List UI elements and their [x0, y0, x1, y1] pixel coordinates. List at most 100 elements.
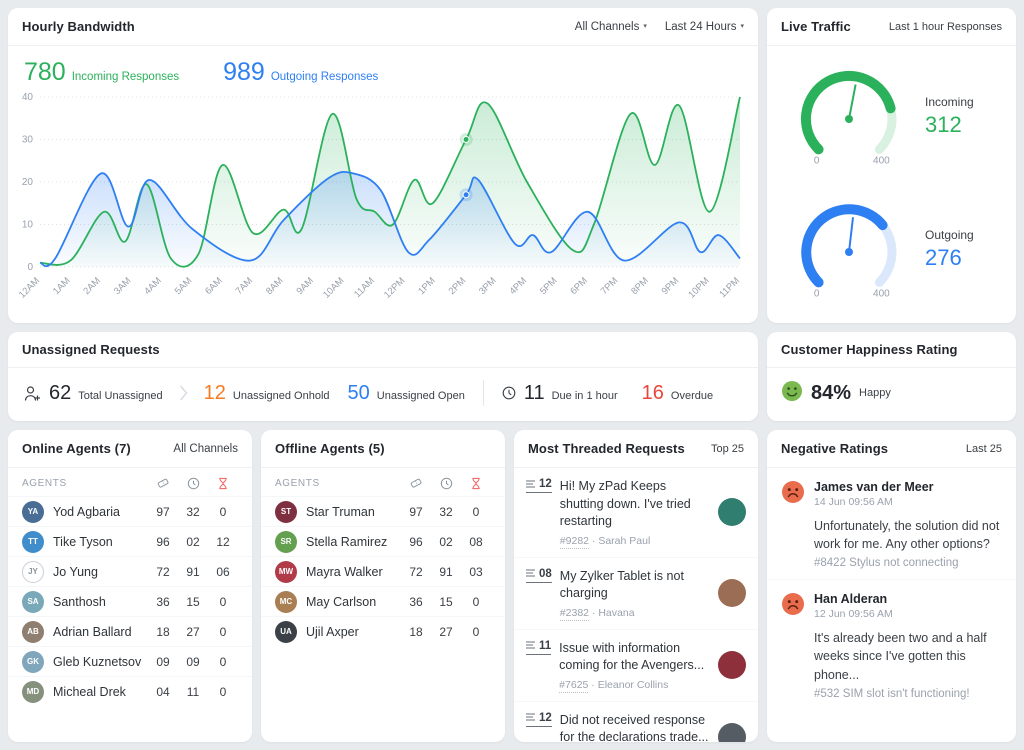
svg-text:8PM: 8PM	[629, 275, 651, 297]
svg-text:7PM: 7PM	[599, 275, 621, 297]
agent-name: Tike Tyson	[53, 535, 148, 549]
live-traffic-gauges: 0400Incoming3120400Outgoing276	[767, 46, 1016, 320]
person-plus-icon	[24, 385, 41, 402]
agent-row[interactable]: GK Gleb Kuznetsov 09 09 0	[8, 646, 252, 676]
agent-overdue-count: 0	[208, 595, 238, 609]
range-filter-dropdown[interactable]: Last 24 Hours ▾	[665, 21, 744, 33]
rating-date: 14 Jun 09:56 AM	[814, 496, 934, 508]
svg-text:3PM: 3PM	[477, 275, 499, 297]
thread-lines-icon	[526, 641, 536, 650]
threaded-request-item[interactable]: 12 Hi! My zPad Keeps shutting down. I've…	[514, 468, 758, 557]
stat-unassigned-onhold[interactable]: 12 Unassigned Onhold	[204, 382, 330, 405]
agent-row[interactable]: TT Tike Tyson 96 02 12	[8, 526, 252, 556]
agents-column-label: AGENTS	[22, 478, 148, 489]
rating-customer-name: Han Alderan	[814, 592, 893, 606]
agent-overdue-count: 03	[461, 565, 491, 579]
agent-ticket-count: 72	[401, 565, 431, 579]
last-25-filter[interactable]: Last 25	[966, 443, 1002, 455]
stat-unassigned-open[interactable]: 50 Unassigned Open	[348, 382, 465, 405]
agent-overdue-count: 06	[208, 565, 238, 579]
live-traffic-title: Live Traffic	[781, 19, 851, 34]
agent-time-count: 27	[431, 625, 461, 639]
svg-text:6AM: 6AM	[203, 275, 225, 297]
agent-overdue-count: 0	[461, 625, 491, 639]
agent-row[interactable]: UA Ujil Axper 18 27 0	[261, 616, 505, 646]
gauge-value: 312	[925, 112, 974, 138]
agent-name: Star Truman	[306, 505, 401, 519]
stat-due-1hour[interactable]: 11 Due in 1 hour	[524, 382, 618, 405]
unassigned-requests-card: Unassigned Requests 62 Total Unassigned	[8, 332, 758, 421]
threaded-request-item[interactable]: 08 My Zylker Tablet is not charging #238…	[514, 557, 758, 629]
agent-row[interactable]: MC May Carlson 36 15 0	[261, 586, 505, 616]
rating-date: 12 Jun 09:56 AM	[814, 608, 893, 620]
agent-row[interactable]: SA Santhosh 36 15 0	[8, 586, 252, 616]
agent-row[interactable]: AB Adrian Ballard 18 27 0	[8, 616, 252, 646]
thread-count: 12	[526, 478, 552, 493]
avatar	[718, 498, 746, 526]
svg-text:1PM: 1PM	[416, 275, 438, 297]
svg-text:30: 30	[22, 135, 34, 146]
rating-ticket: #532 SIM slot isn't functioning!	[814, 688, 1002, 700]
threaded-request-item[interactable]: 12 Did not received response for the dec…	[514, 701, 758, 743]
request-title: Did not received response for the declar…	[560, 712, 710, 743]
hourly-bandwidth-title: Hourly Bandwidth	[22, 19, 135, 34]
svg-text:5AM: 5AM	[173, 275, 195, 297]
svg-text:4AM: 4AM	[142, 275, 164, 297]
agent-ticket-count: 36	[401, 595, 431, 609]
request-title: Issue with information coming for the Av…	[559, 640, 710, 675]
agent-row[interactable]: ST Star Truman 97 32 0	[261, 496, 505, 526]
agent-time-count: 32	[178, 505, 208, 519]
gauge-value: 276	[925, 245, 974, 271]
svg-text:6PM: 6PM	[568, 275, 590, 297]
sad-face-icon	[781, 480, 805, 509]
agent-name: Stella Ramirez	[306, 535, 401, 549]
channels-filter-label: All Channels	[575, 21, 640, 33]
avatar	[718, 579, 746, 607]
svg-text:8AM: 8AM	[264, 275, 286, 297]
top-25-filter[interactable]: Top 25	[711, 443, 744, 455]
agent-row[interactable]: JY Jo Yung 72 91 06	[8, 556, 252, 586]
agent-row[interactable]: MW Mayra Walker 72 91 03	[261, 556, 505, 586]
negative-rating-item[interactable]: Han Alderan 12 Jun 09:56 AM It's already…	[767, 579, 1016, 709]
range-filter-label: Last 24 Hours	[665, 21, 737, 33]
agent-row[interactable]: YA Yod Agbaria 97 32 0	[8, 496, 252, 526]
agents-column-label: AGENTS	[275, 478, 401, 489]
gauge-max-label: 400	[873, 155, 890, 166]
request-author: Eleanor Collins	[598, 679, 669, 691]
threaded-request-item[interactable]: 11 Issue with information coming for the…	[514, 629, 758, 701]
svg-text:2PM: 2PM	[447, 275, 469, 297]
avatar	[718, 723, 746, 742]
happiness-rating-card: Customer Happiness Rating 84% Happy	[767, 332, 1016, 421]
negative-rating-item[interactable]: James van der Meer 14 Jun 09:56 AM Unfor…	[767, 468, 1016, 579]
avatar: ST	[275, 501, 297, 523]
online-agents-table: YA Yod Agbaria 97 32 0 TT Tike Tyson 96 …	[8, 496, 252, 706]
gauge-label: Incoming	[925, 95, 974, 109]
agent-row[interactable]: SR Stella Ramirez 96 02 08	[261, 526, 505, 556]
agent-name: Santhosh	[53, 595, 148, 609]
rating-comment: It's already been two and a half weeks s…	[814, 629, 1002, 683]
live-traffic-card: Live Traffic Last 1 hour Responses 0400I…	[767, 8, 1016, 323]
channels-filter-dropdown[interactable]: All Channels ▾	[575, 21, 647, 33]
stat-total-unassigned[interactable]: 62 Total Unassigned	[49, 382, 163, 405]
request-author: Havana	[598, 607, 634, 619]
thread-count: 08	[526, 568, 552, 583]
gauge-min-label: 0	[814, 155, 820, 166]
request-title: Hi! My zPad Keeps shutting down. I've tr…	[560, 478, 710, 531]
happiness-stat: 84% Happy	[767, 368, 1016, 418]
unassigned-title: Unassigned Requests	[22, 342, 160, 357]
agent-name: Ujil Axper	[306, 625, 401, 639]
dashboard: Hourly Bandwidth All Channels ▾ Last 24 …	[0, 0, 1024, 750]
gauge-min-label: 0	[814, 288, 820, 299]
svg-text:3AM: 3AM	[112, 275, 134, 297]
chevron-right-icon	[179, 384, 188, 402]
agent-ticket-count: 72	[148, 565, 178, 579]
legend-incoming: 780 Incoming Responses	[24, 58, 179, 87]
online-agents-channel-filter[interactable]: All Channels	[173, 443, 238, 455]
most-threaded-title: Most Threaded Requests	[528, 441, 685, 456]
agent-name: May Carlson	[306, 595, 401, 609]
avatar: AB	[22, 621, 44, 643]
agent-row[interactable]: MD Micheal Drek 04 11 0	[8, 676, 252, 706]
clock-icon	[178, 477, 208, 490]
stat-overdue[interactable]: 16 Overdue	[642, 382, 713, 405]
rating-comment: Unfortunately, the solution did not work…	[814, 517, 1002, 553]
